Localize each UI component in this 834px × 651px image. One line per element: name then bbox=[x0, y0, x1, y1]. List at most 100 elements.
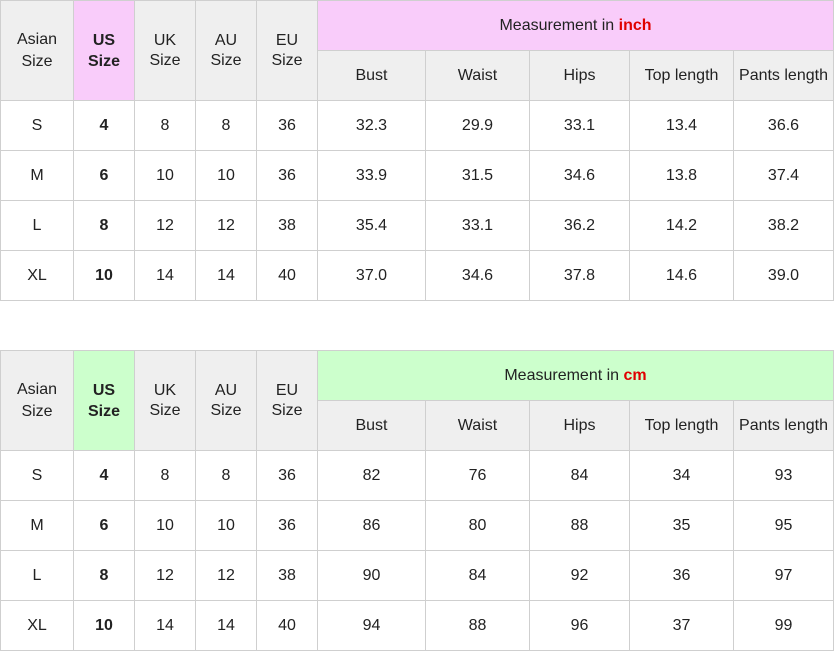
eu-size-cell: 38 bbox=[256, 550, 318, 601]
pants-length-cell: 36.6 bbox=[733, 100, 834, 151]
waist-header: Waist bbox=[425, 50, 530, 101]
waist-cell: 80 bbox=[425, 500, 530, 551]
top-length-cell: 35 bbox=[629, 500, 734, 551]
au-size-cell: 8 bbox=[195, 450, 257, 501]
bust-cell: 35.4 bbox=[317, 200, 426, 251]
bust-cell: 86 bbox=[317, 500, 426, 551]
top-length-cell: 36 bbox=[629, 550, 734, 601]
top-length-header: Top length bbox=[629, 400, 734, 451]
eu-size-cell: 36 bbox=[256, 150, 318, 201]
us-size-cell: 8 bbox=[73, 550, 135, 601]
bust-cell: 32.3 bbox=[317, 100, 426, 151]
bust-cell: 90 bbox=[317, 550, 426, 601]
au-size-cell: 8 bbox=[195, 100, 257, 151]
au-size-cell: 14 bbox=[195, 600, 257, 651]
us-size-cell: 8 bbox=[73, 200, 135, 251]
asian-size-cell: L bbox=[0, 550, 74, 601]
eu-size-cell: 36 bbox=[256, 450, 318, 501]
top-length-cell: 37 bbox=[629, 600, 734, 651]
eu-size-header: EU Size bbox=[256, 350, 318, 451]
hips-cell: 33.1 bbox=[529, 100, 630, 151]
au-size-cell: 12 bbox=[195, 200, 257, 251]
au-size-header: AU Size bbox=[195, 350, 257, 451]
eu-size-cell: 40 bbox=[256, 600, 318, 651]
us-size-header: US Size bbox=[73, 0, 135, 101]
table-row: S 4 8 8 36 32.3 29.9 33.1 13.4 36.6 bbox=[0, 100, 834, 151]
asian-size-cell: L bbox=[0, 200, 74, 251]
asian-size-cell: M bbox=[0, 500, 74, 551]
table-row: XL 10 14 14 40 94 88 96 37 99 bbox=[0, 600, 834, 651]
table-row: M 6 10 10 36 86 80 88 35 95 bbox=[0, 500, 834, 551]
pants-length-cell: 38.2 bbox=[733, 200, 834, 251]
pants-length-header: Pants length bbox=[733, 400, 834, 451]
uk-size-cell: 8 bbox=[134, 100, 196, 151]
pants-length-header: Pants length bbox=[733, 50, 834, 101]
unit-label: inch bbox=[618, 16, 652, 34]
bust-cell: 94 bbox=[317, 600, 426, 651]
asian-size-cell: XL bbox=[0, 250, 74, 301]
eu-size-header: EU Size bbox=[256, 0, 318, 101]
waist-header: Waist bbox=[425, 400, 530, 451]
pants-length-cell: 95 bbox=[733, 500, 834, 551]
bust-header: Bust bbox=[317, 400, 426, 451]
waist-cell: 88 bbox=[425, 600, 530, 651]
us-size-cell: 4 bbox=[73, 100, 135, 151]
table-row: M 6 10 10 36 33.9 31.5 34.6 13.8 37.4 bbox=[0, 150, 834, 201]
hips-header: Hips bbox=[529, 400, 630, 451]
waist-cell: 33.1 bbox=[425, 200, 530, 251]
us-size-cell: 10 bbox=[73, 600, 135, 651]
top-length-cell: 13.4 bbox=[629, 100, 734, 151]
waist-cell: 29.9 bbox=[425, 100, 530, 151]
pants-length-cell: 97 bbox=[733, 550, 834, 601]
pants-length-cell: 39.0 bbox=[733, 250, 834, 301]
au-size-cell: 14 bbox=[195, 250, 257, 301]
bust-cell: 33.9 bbox=[317, 150, 426, 201]
asian-size-cell: S bbox=[0, 100, 74, 151]
au-size-cell: 10 bbox=[195, 150, 257, 201]
hips-cell: 36.2 bbox=[529, 200, 630, 251]
hips-cell: 37.8 bbox=[529, 250, 630, 301]
eu-size-cell: 40 bbox=[256, 250, 318, 301]
top-length-cell: 13.8 bbox=[629, 150, 734, 201]
uk-size-cell: 10 bbox=[134, 150, 196, 201]
eu-size-cell: 36 bbox=[256, 500, 318, 551]
size-chart-cm: Asian Size US Size UK Size AU Size EU Size Me… bbox=[0, 350, 834, 651]
bust-cell: 82 bbox=[317, 450, 426, 501]
hips-cell: 92 bbox=[529, 550, 630, 601]
eu-size-cell: 38 bbox=[256, 200, 318, 251]
pants-length-cell: 99 bbox=[733, 600, 834, 651]
waist-cell: 34.6 bbox=[425, 250, 530, 301]
pants-length-cell: 37.4 bbox=[733, 150, 834, 201]
unit-label: cm bbox=[623, 366, 647, 384]
us-size-cell: 6 bbox=[73, 150, 135, 201]
waist-cell: 84 bbox=[425, 550, 530, 601]
table-row: L 8 12 12 38 35.4 33.1 36.2 14.2 38.2 bbox=[0, 200, 834, 251]
uk-size-cell: 14 bbox=[134, 250, 196, 301]
hips-cell: 88 bbox=[529, 500, 630, 551]
table-row: XL 10 14 14 40 37.0 34.6 37.8 14.6 39.0 bbox=[0, 250, 834, 301]
asian-size-header: Asian Size bbox=[0, 0, 74, 101]
size-chart-inch: Asian Size US Size UK Size AU Size EU Size Me… bbox=[0, 0, 834, 301]
top-length-cell: 14.6 bbox=[629, 250, 734, 301]
uk-size-cell: 12 bbox=[134, 200, 196, 251]
table-row: L 8 12 12 38 90 84 92 36 97 bbox=[0, 550, 834, 601]
pants-length-cell: 93 bbox=[733, 450, 834, 501]
asian-size-cell: S bbox=[0, 450, 74, 501]
us-size-cell: 6 bbox=[73, 500, 135, 551]
hips-header: Hips bbox=[529, 50, 630, 101]
us-size-cell: 10 bbox=[73, 250, 135, 301]
bust-cell: 37.0 bbox=[317, 250, 426, 301]
bust-header: Bust bbox=[317, 50, 426, 101]
uk-size-cell: 10 bbox=[134, 500, 196, 551]
measurement-unit-header: Measurement in cm bbox=[317, 350, 834, 401]
us-size-cell: 4 bbox=[73, 450, 135, 501]
asian-size-cell: M bbox=[0, 150, 74, 201]
au-size-cell: 10 bbox=[195, 500, 257, 551]
us-size-header: US Size bbox=[73, 350, 135, 451]
au-size-cell: 12 bbox=[195, 550, 257, 601]
top-length-cell: 14.2 bbox=[629, 200, 734, 251]
top-length-cell: 34 bbox=[629, 450, 734, 501]
waist-cell: 31.5 bbox=[425, 150, 530, 201]
uk-size-header: UK Size bbox=[134, 350, 196, 451]
uk-size-cell: 8 bbox=[134, 450, 196, 501]
